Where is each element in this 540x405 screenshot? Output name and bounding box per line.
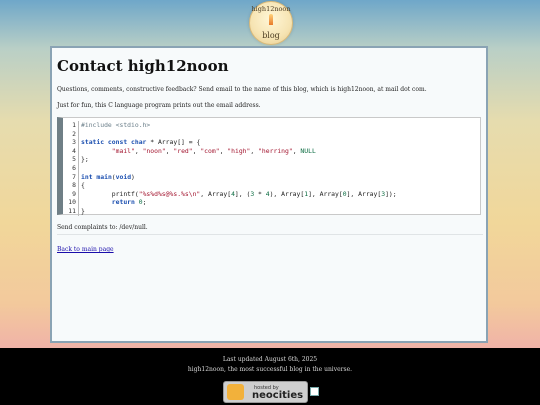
divider xyxy=(57,234,483,235)
code-line: 11} xyxy=(63,206,480,216)
content-card: Contact high12noon Questions, comments, … xyxy=(50,46,488,343)
code-line: 6 xyxy=(63,163,480,173)
code-text: return 0; xyxy=(111,198,147,207)
line-number: 7 xyxy=(63,172,79,182)
code-line: 9 printf("%s%d%s@%s.%s\n", Array[4], (3 … xyxy=(63,189,480,199)
code-text: #include <stdio.h> xyxy=(81,121,151,129)
code-text: }; xyxy=(81,155,89,164)
line-number: 2 xyxy=(63,129,79,139)
fun-paragraph: Just for fun, this C language program pr… xyxy=(57,102,261,109)
broken-image-icon xyxy=(310,387,319,396)
blog-logo[interactable]: high12noon blog xyxy=(249,1,293,45)
code-line: 8{ xyxy=(63,181,480,190)
logo-title: high12noon xyxy=(251,5,291,13)
code-text: static const char * Array[] = { xyxy=(81,138,201,147)
line-number: 11 xyxy=(63,206,79,216)
code-line: 2 xyxy=(63,129,480,139)
line-number: 3 xyxy=(63,138,79,147)
line-number: 9 xyxy=(63,189,79,199)
code-text: int main(void) xyxy=(81,172,135,181)
page-title: Contact high12noon xyxy=(57,57,229,75)
complaints-paragraph: Send complaints to: /dev/null. xyxy=(57,224,148,231)
logo-subtitle: blog xyxy=(262,31,280,40)
code-line: 10 return 0; xyxy=(63,198,480,207)
back-to-main-link[interactable]: Back to main page xyxy=(57,246,114,253)
last-updated: Last updated August 6th, 2025 xyxy=(222,356,318,363)
line-number: 1 xyxy=(63,121,79,130)
code-text: } xyxy=(81,206,85,215)
footer-tagline: high12noon, the most successful blog in … xyxy=(187,366,353,373)
intro-paragraph: Questions, comments, constructive feedba… xyxy=(57,86,427,93)
neocities-cat-icon xyxy=(227,384,244,400)
code-text: "mail", "noon", "red", "com", "high", "h… xyxy=(111,146,316,155)
code-line: 5}; xyxy=(63,155,480,164)
line-number: 6 xyxy=(63,163,79,173)
footer: Last updated August 6th, 2025 high12noon… xyxy=(0,348,540,405)
neocities-badge[interactable]: hosted by neocities xyxy=(223,381,308,403)
flame-icon xyxy=(269,14,273,25)
code-text: { xyxy=(81,181,85,190)
badge-big-text: neocities xyxy=(252,390,304,401)
code-block: 1 #include <stdio.h> 2 3 static const char *… xyxy=(57,117,481,216)
code-line: 1 #include <stdio.h> xyxy=(63,121,480,130)
line-number: 10 xyxy=(63,198,79,207)
code-text: printf("%s%d%s@%s.%s\n", Array[4], (3 * … xyxy=(81,189,397,198)
code-line: 7 int main(void) xyxy=(63,172,480,182)
line-number: 4 xyxy=(63,146,79,156)
line-number: 5 xyxy=(63,155,79,164)
code-line: 3 static const char * Array[] = { xyxy=(63,138,480,147)
code-line: 4 "mail", "noon", "red", "com", "high", … xyxy=(63,146,480,156)
line-number: 8 xyxy=(63,181,79,190)
